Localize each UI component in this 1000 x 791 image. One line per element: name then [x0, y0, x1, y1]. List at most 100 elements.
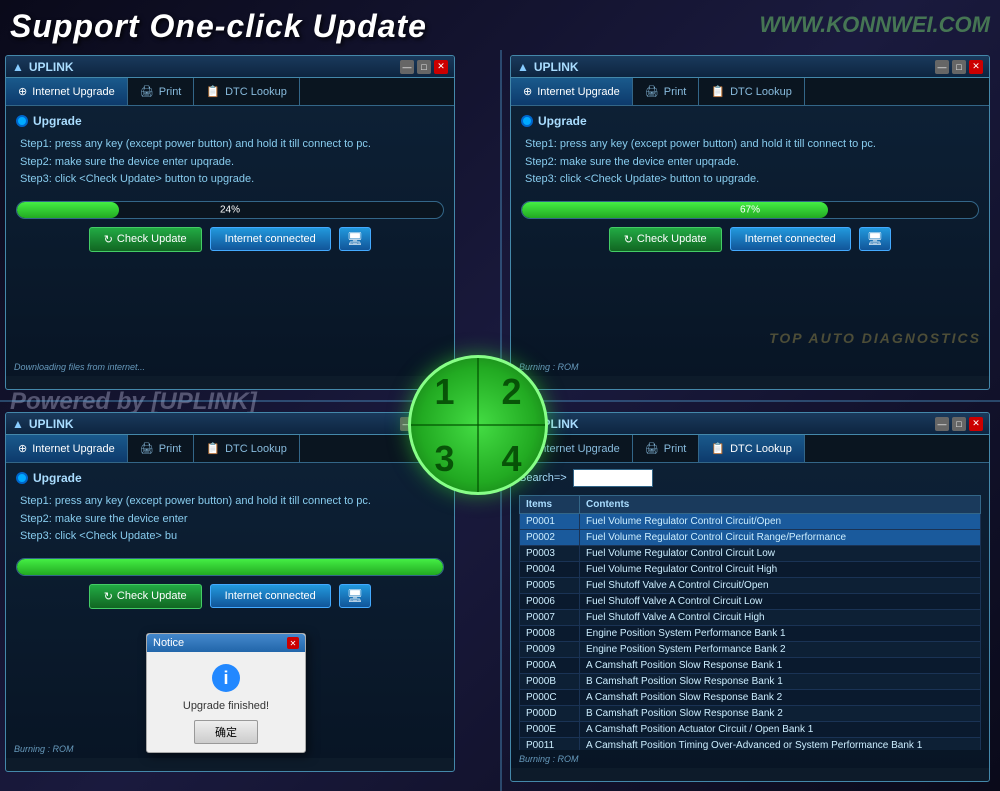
dtc-code: P0009 [520, 642, 580, 658]
titlebar-4: ▲ UPLINK — □ ✕ [511, 413, 989, 435]
internet-icon-2: ⊕ [523, 85, 532, 98]
dtc-desc: A Camshaft Position Slow Response Bank 1 [580, 658, 981, 674]
minimize-btn-2[interactable]: — [935, 60, 949, 74]
maximize-btn-2[interactable]: □ [952, 60, 966, 74]
dtc-code: P0003 [520, 546, 580, 562]
monitor-btn-1[interactable]: 🖥 [339, 227, 372, 251]
table-row[interactable]: P000AA Camshaft Position Slow Response B… [520, 658, 981, 674]
minimize-btn-1[interactable]: — [400, 60, 414, 74]
tab-bar-4: ⊕ Internet Upgrade 🖨 Print 📋 DTC Lookup [511, 435, 989, 463]
uplink-window-2: ▲ UPLINK — □ ✕ ⊕ Internet Upgrade 🖨 Prin… [510, 55, 990, 390]
internet-connected-btn-2[interactable]: Internet connected [730, 227, 851, 251]
dtc-desc: Engine Position System Performance Bank … [580, 626, 981, 642]
notice-titlebar: Notice ✕ [147, 634, 305, 652]
dtc-desc: Fuel Shutoff Valve A Control Circuit Low [580, 594, 981, 610]
notice-close-btn[interactable]: ✕ [287, 637, 299, 649]
dtc-code: P000B [520, 674, 580, 690]
close-btn-1[interactable]: ✕ [434, 60, 448, 74]
tab-internet-upgrade-1[interactable]: ⊕ Internet Upgrade [6, 78, 128, 105]
watermark-2: TOP AUTO DIAGNOSTICS [769, 330, 981, 346]
tab-print-2[interactable]: 🖨 Print [633, 78, 700, 105]
check-update-btn-1[interactable]: ↻ Check Update [89, 227, 202, 252]
dtc-code: P000D [520, 706, 580, 722]
maximize-btn-4[interactable]: □ [952, 417, 966, 431]
table-row[interactable]: P0004Fuel Volume Regulator Control Circu… [520, 562, 981, 578]
table-row[interactable]: P0005Fuel Shutoff Valve A Control Circui… [520, 578, 981, 594]
progress-fill-1 [17, 202, 119, 218]
table-row[interactable]: P0011A Camshaft Position Timing Over-Adv… [520, 738, 981, 751]
tab-dtc-3[interactable]: 📋 DTC Lookup [194, 435, 299, 462]
internet-connected-btn-3[interactable]: Internet connected [210, 584, 331, 608]
dtc-code: P0006 [520, 594, 580, 610]
table-row[interactable]: P0008Engine Position System Performance … [520, 626, 981, 642]
dtc-desc: Fuel Volume Regulator Control Circuit Ra… [580, 530, 981, 546]
table-row[interactable]: P0007Fuel Shutoff Valve A Control Circui… [520, 610, 981, 626]
dtc-code: P0002 [520, 530, 580, 546]
dtc-desc: Fuel Volume Regulator Control Circuit Lo… [580, 546, 981, 562]
dtc-code: P0007 [520, 610, 580, 626]
check-update-btn-2[interactable]: ↻ Check Update [609, 227, 722, 252]
table-row[interactable]: P0009Engine Position System Performance … [520, 642, 981, 658]
notice-title: Notice [153, 637, 184, 649]
button-row-2: ↻ Check Update Internet connected 🖥 [521, 227, 979, 252]
dtc-code: P0011 [520, 738, 580, 751]
table-row[interactable]: P000BB Camshaft Position Slow Response B… [520, 674, 981, 690]
dtc-desc: Fuel Shutoff Valve A Control Circuit/Ope… [580, 578, 981, 594]
notice-ok-btn[interactable]: 确定 [194, 720, 258, 744]
dtc-icon-4: 📋 [711, 442, 725, 455]
dtc-table: Items Contents P0001Fuel Volume Regulato… [519, 495, 981, 750]
search-input[interactable] [573, 469, 653, 487]
print-icon-4: 🖨 [645, 442, 659, 455]
dtc-icon-3: 📋 [206, 442, 220, 455]
tab-internet-upgrade-3[interactable]: ⊕ Internet Upgrade [6, 435, 128, 462]
tab-dtc-2[interactable]: 📋 DTC Lookup [699, 78, 804, 105]
minimize-btn-4[interactable]: — [935, 417, 949, 431]
close-btn-2[interactable]: ✕ [969, 60, 983, 74]
monitor-btn-2[interactable]: 🖥 [859, 227, 892, 251]
dtc-code: P000E [520, 722, 580, 738]
step1-1: Step1: press any key (except power butto… [20, 136, 444, 154]
tab-print-4[interactable]: 🖨 Print [633, 435, 700, 462]
table-row[interactable]: P0006Fuel Shutoff Valve A Control Circui… [520, 594, 981, 610]
main-background: Support One-click Update WWW.KONNWEI.COM… [0, 0, 1000, 791]
window-content-4: Search=> Items Contents P0001Fuel Volume… [511, 463, 989, 768]
monitor-btn-3[interactable]: 🖥 [339, 584, 372, 608]
table-row[interactable]: P000CA Camshaft Position Slow Response B… [520, 690, 981, 706]
tab-internet-upgrade-2[interactable]: ⊕ Internet Upgrade [511, 78, 633, 105]
table-row[interactable]: P000DB Camshaft Position Slow Response B… [520, 706, 981, 722]
dtc-code: P0001 [520, 514, 580, 530]
dtc-desc: Fuel Volume Regulator Control Circuit/Op… [580, 514, 981, 530]
table-row[interactable]: P000EA Camshaft Position Actuator Circui… [520, 722, 981, 738]
print-icon-3: 🖨 [140, 442, 154, 455]
table-row[interactable]: P0002Fuel Volume Regulator Control Circu… [520, 530, 981, 546]
tab-print-3[interactable]: 🖨 Print [128, 435, 195, 462]
tab-dtc-1[interactable]: 📋 DTC Lookup [194, 78, 299, 105]
tab-print-1[interactable]: 🖨 Print [128, 78, 195, 105]
uplink-window-1: ▲ UPLINK — □ ✕ ⊕ Internet Upgrade 🖨 Prin… [5, 55, 455, 390]
print-icon-1: 🖨 [140, 85, 154, 98]
notice-dialog: Notice ✕ i Upgrade finished! 确定 [146, 633, 306, 753]
maximize-btn-1[interactable]: □ [417, 60, 431, 74]
check-update-btn-3[interactable]: ↻ Check Update [89, 584, 202, 609]
internet-icon-3: ⊕ [18, 442, 27, 455]
uplink-icon-1: ▲ [12, 60, 24, 74]
tab-bar-2: ⊕ Internet Upgrade 🖨 Print 📋 DTC Lookup [511, 78, 989, 106]
step2-2: Step2: make sure the device enter upqrad… [525, 154, 979, 172]
dtc-code: P000A [520, 658, 580, 674]
table-row[interactable]: P0003Fuel Volume Regulator Control Circu… [520, 546, 981, 562]
upgrade-header-3: Upgrade [16, 471, 444, 485]
tab-dtc-4[interactable]: 📋 DTC Lookup [699, 435, 804, 462]
table-row[interactable]: P0001Fuel Volume Regulator Control Circu… [520, 514, 981, 530]
website-label: WWW.KONNWEI.COM [759, 12, 990, 38]
progress-bar-3 [16, 558, 444, 576]
print-icon-2: 🖨 [645, 85, 659, 98]
progress-bar-1: 24% [16, 201, 444, 219]
close-btn-4[interactable]: ✕ [969, 417, 983, 431]
upgrade-dot-1 [16, 115, 28, 127]
dtc-desc: A Camshaft Position Actuator Circuit / O… [580, 722, 981, 738]
titlebar-2: ▲ UPLINK — □ ✕ [511, 56, 989, 78]
internet-icon-1: ⊕ [18, 85, 27, 98]
progress-text-1: 24% [220, 204, 240, 215]
refresh-icon-1: ↻ [104, 233, 113, 246]
internet-connected-btn-1[interactable]: Internet connected [210, 227, 331, 251]
